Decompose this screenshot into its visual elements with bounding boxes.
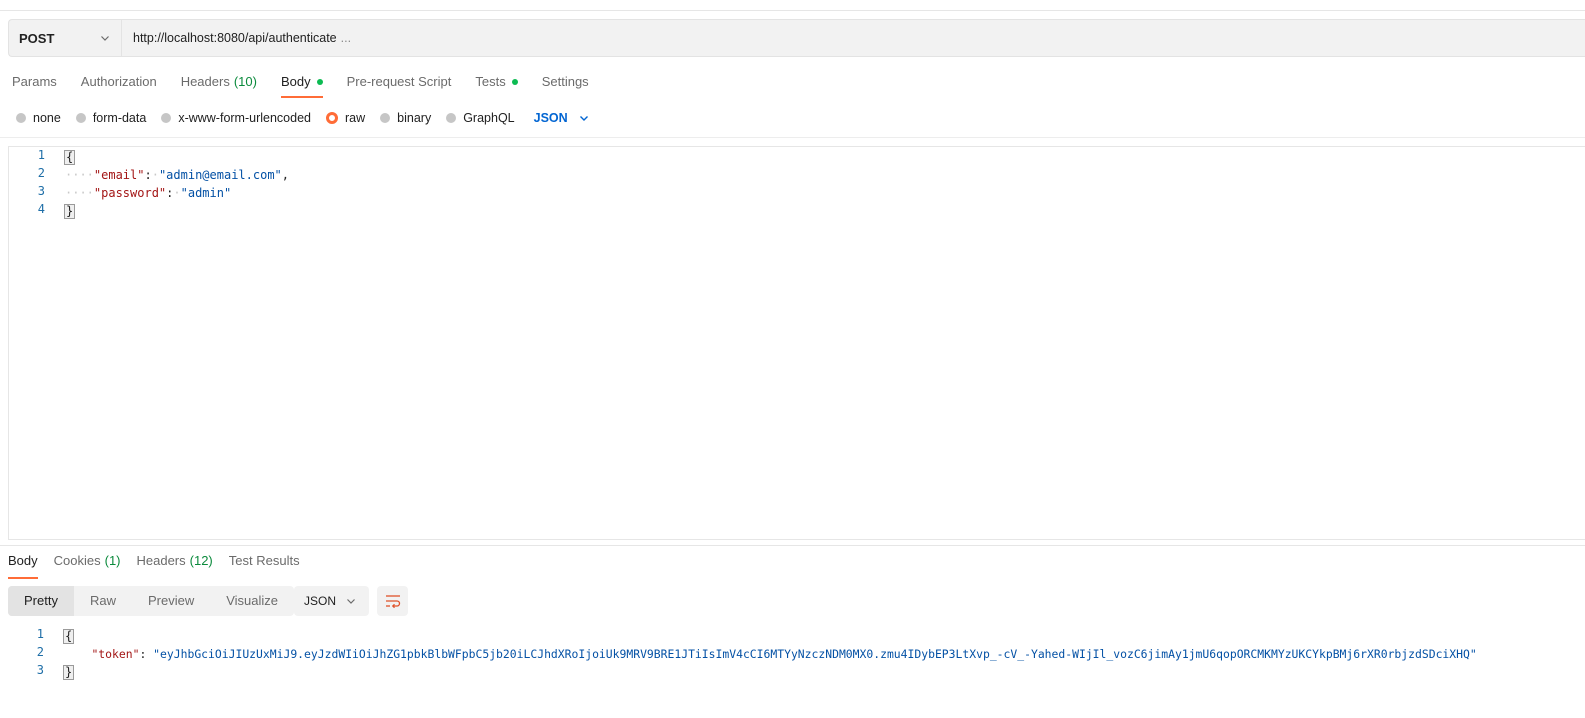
line-number: 3 [37,184,45,198]
body-language-select[interactable]: JSON [534,111,590,125]
radio-x-www-form-urlencoded[interactable]: x-www-form-urlencoded [161,111,311,125]
tab-pre-request-script[interactable]: Pre-request Script [335,70,464,96]
response-tab-test-results[interactable]: Test Results [221,553,308,577]
radio-binary[interactable]: binary [380,111,431,125]
indent-guide: · [173,186,181,200]
tab-headers[interactable]: Headers (10) [169,70,269,96]
json-key: "token" [91,647,140,661]
radio-circle [380,113,391,123]
indent-guide: ···· [65,168,94,182]
code-line: "token": "eyJhbGciOiJIUzUxMiJ9.eyJzdWIiO… [64,645,1477,663]
cookies-count: (1) [104,553,121,568]
url-text: http://localhost:8080/api/authenticate [133,31,337,45]
url-overflow: ... [340,31,352,45]
wrap-lines-icon [385,595,400,608]
json-key: "email" [93,168,145,182]
code-line: { [63,627,75,645]
colon: : [144,168,152,182]
top-divider [0,10,1585,11]
code-line: } [63,663,75,681]
tab-body[interactable]: Body [269,70,335,98]
request-url-bar: POST http://localhost:8080/api/authentic… [8,19,1585,57]
tab-params[interactable]: Params [0,70,69,96]
radio-graphql[interactable]: GraphQL [446,111,515,125]
indent-guide: · [151,168,159,182]
tab-settings[interactable]: Settings [530,70,601,96]
code-line: } [64,202,76,220]
chevron-down-icon [101,36,109,41]
method-label: POST [19,30,55,46]
line-number: 2 [37,166,45,180]
response-divider [0,545,1585,546]
response-view-switcher: Pretty Raw Preview Visualize [8,586,295,616]
body-type-options: none form-data x-www-form-urlencoded raw… [16,110,590,126]
open-brace: { [63,629,75,644]
chevron-down-icon [579,116,588,121]
view-preview-button[interactable]: Preview [132,586,210,616]
open-brace: { [64,150,76,165]
response-tab-cookies[interactable]: Cookies (1) [46,553,129,577]
json-value: "admin" [180,186,232,200]
response-format-select[interactable]: JSON [294,586,369,616]
response-body-viewer[interactable]: 1 2 3 { "token": "eyJhbGciOiJIUzUxMiJ9.e… [8,626,1585,686]
view-pretty-button[interactable]: Pretty [8,586,74,616]
json-value: "eyJhbGciOiJIUzUxMiJ9.eyJzdWIiOiJhZG1pbk… [153,647,1477,661]
indent-guide: ···· [65,186,94,200]
close-brace: } [64,204,76,219]
radio-none[interactable]: none [16,111,61,125]
line-number: 4 [37,202,45,216]
view-raw-button[interactable]: Raw [74,586,132,616]
radio-circle-selected [326,112,338,124]
colon: : [139,647,154,661]
tests-status-dot [511,78,518,85]
code-line: { [64,148,76,166]
radio-circle [75,113,86,123]
line-number: 1 [36,627,44,641]
tab-tests[interactable]: Tests [463,70,529,96]
view-visualize-button[interactable]: Visualize [210,586,294,616]
json-key: "password" [93,186,167,200]
radio-circle [16,113,26,123]
wrap-lines-button[interactable] [377,586,408,616]
request-body-editor[interactable]: 1 2 3 4 { ····"email":·"admin@email.com"… [8,146,1585,540]
radio-raw[interactable]: raw [326,111,365,125]
response-tabs: Body Cookies (1) Headers (12) Test Results [0,553,308,579]
options-divider [0,137,1585,138]
response-tab-headers[interactable]: Headers (12) [129,553,221,577]
line-number: 3 [36,663,44,677]
response-headers-count: (12) [189,553,213,568]
url-input[interactable]: http://localhost:8080/api/authenticate..… [122,31,351,45]
chevron-down-icon [347,599,355,604]
code-line: ····"email":·"admin@email.com", [65,166,289,184]
response-tab-body[interactable]: Body [0,553,46,579]
body-status-dot [316,78,323,85]
line-number: 2 [36,645,44,659]
radio-form-data[interactable]: form-data [75,111,146,125]
radio-circle [446,113,457,123]
request-tabs: Params Authorization Headers (10) Body Pr… [0,70,601,100]
code-line: ····"password":·"admin" [65,184,231,202]
json-value: "admin@email.com" [158,168,282,182]
headers-count: (10) [233,74,257,89]
tab-authorization[interactable]: Authorization [69,70,169,96]
comma: , [281,168,290,182]
close-brace: } [63,665,75,680]
line-number: 1 [37,148,45,162]
radio-circle [161,113,172,123]
method-select[interactable]: POST [9,20,122,56]
